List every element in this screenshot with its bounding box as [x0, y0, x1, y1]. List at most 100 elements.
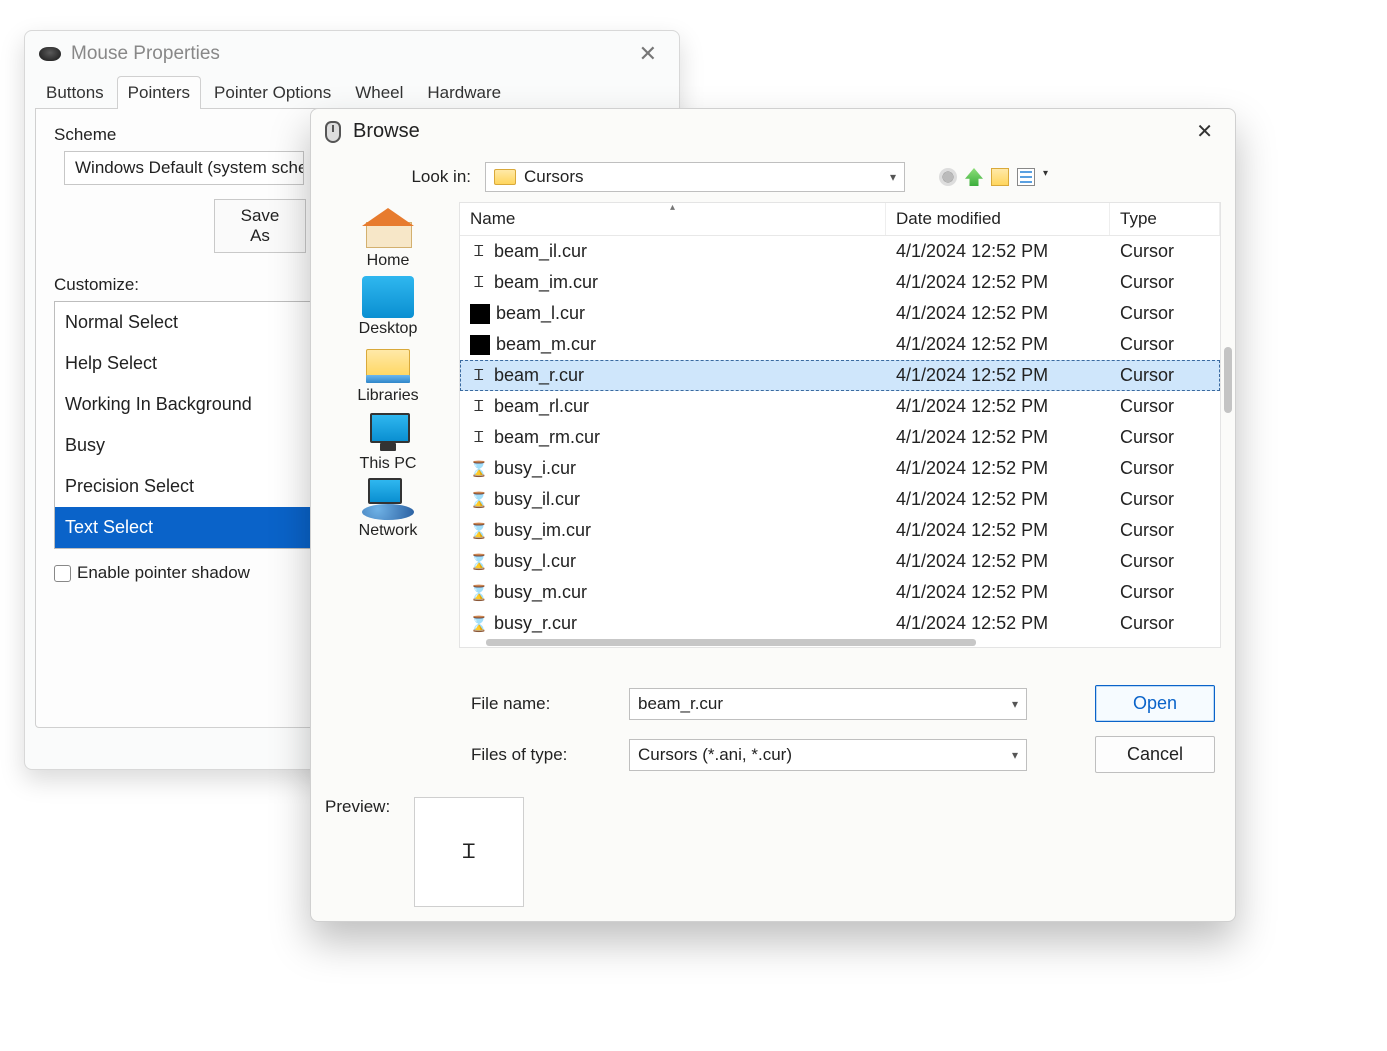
- ibeam-cursor-icon: [470, 243, 488, 261]
- file-row[interactable]: beam_rm.cur4/1/2024 12:52 PMCursor: [460, 422, 1220, 453]
- tab-wheel[interactable]: Wheel: [344, 76, 414, 109]
- file-date-cell: 4/1/2024 12:52 PM: [886, 427, 1110, 448]
- open-button[interactable]: Open: [1095, 685, 1215, 722]
- file-row[interactable]: busy_i.cur4/1/2024 12:52 PMCursor: [460, 453, 1220, 484]
- file-name-input[interactable]: beam_r.cur ▾: [629, 688, 1027, 720]
- file-date-cell: 4/1/2024 12:52 PM: [886, 365, 1110, 386]
- file-name-cell: beam_im.cur: [460, 272, 886, 293]
- file-row[interactable]: beam_im.cur4/1/2024 12:52 PMCursor: [460, 267, 1220, 298]
- file-type-cell: Cursor: [1110, 489, 1220, 510]
- preview-cursor-icon: Ꮖ: [463, 841, 476, 864]
- file-row[interactable]: busy_im.cur4/1/2024 12:52 PMCursor: [460, 515, 1220, 546]
- pointer-shadow-label: Enable pointer shadow: [77, 563, 250, 583]
- close-icon[interactable]: ✕: [1188, 117, 1221, 146]
- file-name-text: busy_im.cur: [494, 520, 591, 541]
- file-type-cell: Cursor: [1110, 551, 1220, 572]
- file-type-cell: Cursor: [1110, 303, 1220, 324]
- column-type[interactable]: Type: [1110, 203, 1220, 235]
- chevron-down-icon[interactable]: ▾: [1012, 748, 1018, 762]
- file-name-cell: beam_l.cur: [460, 303, 886, 324]
- tab-pointers[interactable]: Pointers: [117, 76, 201, 109]
- browse-titlebar[interactable]: Browse ✕: [311, 109, 1235, 154]
- file-type-cell: Cursor: [1110, 272, 1220, 293]
- file-date-cell: 4/1/2024 12:52 PM: [886, 396, 1110, 417]
- tab-pointer-options[interactable]: Pointer Options: [203, 76, 342, 109]
- file-date-cell: 4/1/2024 12:52 PM: [886, 551, 1110, 572]
- ibeam-cursor-icon: [470, 398, 488, 416]
- file-name-label: File name:: [471, 694, 611, 714]
- save-as-button[interactable]: Save As: [214, 199, 306, 253]
- file-type-cell: Cursor: [1110, 582, 1220, 603]
- look-in-toolbar: ▾: [939, 168, 1053, 186]
- place-label: Desktop: [359, 320, 418, 338]
- ibeam-cursor-icon: [470, 429, 488, 447]
- preview-area: Preview: Ꮖ: [311, 787, 1235, 921]
- place-label: Home: [362, 252, 414, 270]
- file-date-cell: 4/1/2024 12:52 PM: [886, 241, 1110, 262]
- mouse-icon: [39, 47, 61, 61]
- file-name-text: beam_m.cur: [496, 334, 596, 355]
- mouse-titlebar[interactable]: Mouse Properties ✕: [25, 31, 679, 75]
- file-row[interactable]: busy_l.cur4/1/2024 12:52 PMCursor: [460, 546, 1220, 577]
- mouse-icon: [325, 121, 341, 143]
- ibeam-cursor-icon: [470, 274, 488, 292]
- chevron-down-icon[interactable]: ▾: [1043, 168, 1053, 186]
- place-network[interactable]: Network: [359, 478, 418, 540]
- look-in-select[interactable]: Cursors ▾: [485, 162, 905, 192]
- file-name-cell: beam_rl.cur: [460, 396, 886, 417]
- file-row[interactable]: beam_l.cur4/1/2024 12:52 PMCursor: [460, 298, 1220, 329]
- file-row[interactable]: beam_rl.cur4/1/2024 12:52 PMCursor: [460, 391, 1220, 422]
- file-rows[interactable]: beam_il.cur4/1/2024 12:52 PMCursorbeam_i…: [460, 236, 1220, 637]
- vertical-scrollbar-thumb[interactable]: [1224, 347, 1232, 413]
- column-date[interactable]: Date modified: [886, 203, 1110, 235]
- view-menu-icon[interactable]: [1017, 168, 1035, 186]
- tab-buttons[interactable]: Buttons: [35, 76, 115, 109]
- scheme-select[interactable]: Windows Default (system scheme): [64, 151, 304, 185]
- hour-cursor-icon: [470, 553, 488, 571]
- cancel-button[interactable]: Cancel: [1095, 736, 1215, 773]
- file-row[interactable]: beam_m.cur4/1/2024 12:52 PMCursor: [460, 329, 1220, 360]
- chevron-down-icon[interactable]: ▾: [1012, 697, 1018, 711]
- checkbox-icon[interactable]: [54, 565, 71, 582]
- file-row-selected[interactable]: beam_r.cur4/1/2024 12:52 PMCursor: [460, 360, 1220, 391]
- file-name-cell: busy_l.cur: [460, 551, 886, 572]
- browse-window: Browse ✕ Look in: Cursors ▾ ▾ Home Deskt…: [310, 108, 1236, 922]
- file-type-cell: Cursor: [1110, 520, 1220, 541]
- column-name[interactable]: ▴ Name: [460, 203, 886, 235]
- black-cursor-icon: [470, 335, 490, 355]
- file-row[interactable]: busy_il.cur4/1/2024 12:52 PMCursor: [460, 484, 1220, 515]
- place-libraries[interactable]: Libraries: [357, 343, 418, 405]
- close-icon[interactable]: ✕: [631, 41, 665, 67]
- file-date-cell: 4/1/2024 12:52 PM: [886, 272, 1110, 293]
- place-home[interactable]: Home: [362, 208, 414, 270]
- file-row[interactable]: busy_m.cur4/1/2024 12:52 PMCursor: [460, 577, 1220, 608]
- tab-hardware[interactable]: Hardware: [416, 76, 512, 109]
- file-row[interactable]: busy_r.cur4/1/2024 12:52 PMCursor: [460, 608, 1220, 637]
- file-list-header: ▴ Name Date modified Type: [460, 203, 1220, 236]
- look-in-label: Look in:: [331, 167, 471, 187]
- file-type-select[interactable]: Cursors (*.ani, *.cur) ▾: [629, 739, 1027, 771]
- file-type-cell: Cursor: [1110, 613, 1220, 634]
- horizontal-scrollbar[interactable]: [460, 637, 1220, 647]
- new-folder-icon[interactable]: [991, 168, 1009, 186]
- file-name-text: busy_i.cur: [494, 458, 576, 479]
- file-name-cell: busy_im.cur: [460, 520, 886, 541]
- place-desktop[interactable]: Desktop: [359, 276, 418, 338]
- up-one-level-icon[interactable]: [965, 168, 983, 186]
- file-type-cell: Cursor: [1110, 458, 1220, 479]
- horizontal-scrollbar-thumb[interactable]: [486, 639, 976, 646]
- hour-cursor-icon: [470, 615, 488, 633]
- folder-icon: [494, 169, 516, 185]
- preview-label: Preview:: [325, 797, 390, 817]
- file-name-text: busy_il.cur: [494, 489, 580, 510]
- back-icon[interactable]: [939, 168, 957, 186]
- file-name-cell: beam_r.cur: [460, 365, 886, 386]
- place-this-pc[interactable]: This PC: [360, 411, 417, 473]
- file-date-cell: 4/1/2024 12:52 PM: [886, 303, 1110, 324]
- file-name-cell: busy_il.cur: [460, 489, 886, 510]
- sort-ascending-icon: ▴: [670, 202, 675, 213]
- places-bar: Home Desktop Libraries This PC Network: [325, 202, 451, 667]
- hour-cursor-icon: [470, 491, 488, 509]
- file-name-cell: beam_il.cur: [460, 241, 886, 262]
- file-row[interactable]: beam_il.cur4/1/2024 12:52 PMCursor: [460, 236, 1220, 267]
